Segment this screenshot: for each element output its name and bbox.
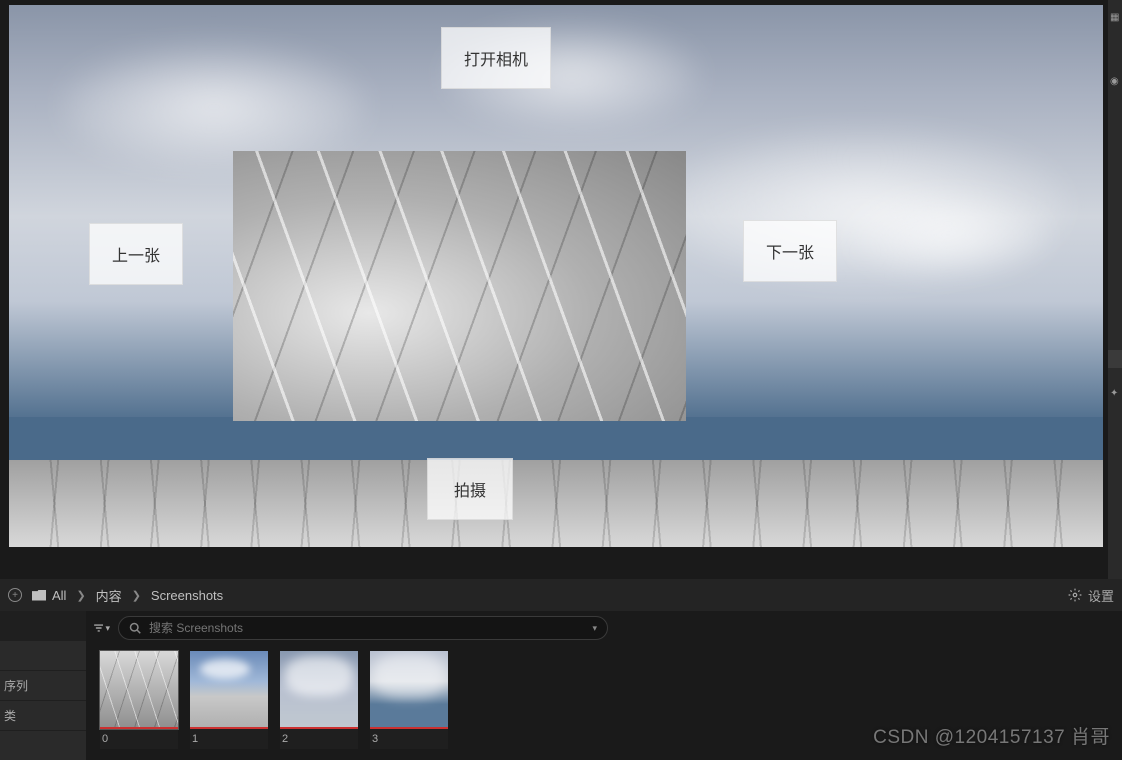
panel-icon[interactable]: ▦	[1110, 12, 1120, 22]
thumbnail-label: 0	[100, 729, 178, 749]
tree-row[interactable]	[0, 641, 86, 670]
chevron-right-icon: ❯	[76, 589, 85, 602]
settings-label: 设置	[1088, 586, 1114, 605]
settings-button[interactable]: 设置	[1068, 586, 1114, 605]
cloud-decoration	[848, 195, 1048, 275]
open-camera-button[interactable]: 打开相机	[441, 27, 551, 89]
breadcrumb-bar: + All ❯ 内容 ❯ Screenshots 设置	[0, 579, 1122, 611]
folder-tree[interactable]: 序列 类	[0, 611, 86, 759]
tree-row-class[interactable]: 类	[0, 701, 86, 730]
thumbnail-label: 1	[190, 729, 268, 749]
chevron-down-icon[interactable]: ▾	[592, 623, 597, 634]
next-button[interactable]: 下一张	[743, 220, 837, 282]
watermark-text: CSDN @1204157137 肖哥	[873, 722, 1110, 749]
thumbnail-item[interactable]: 2	[280, 651, 358, 749]
viewport-3d[interactable]: 打开相机 上一张 下一张 拍摄	[9, 5, 1103, 547]
thumbnail-item[interactable]: 1	[190, 651, 268, 749]
tree-row-sequence[interactable]: 序列	[0, 671, 86, 700]
cloud-decoration	[64, 47, 364, 167]
eye-icon[interactable]: ◉	[1110, 76, 1120, 86]
breadcrumb-all[interactable]: All	[28, 588, 70, 603]
previous-button[interactable]: 上一张	[89, 223, 183, 285]
panel-section	[1108, 350, 1122, 368]
thumbnail-item[interactable]: 3	[370, 651, 448, 749]
breadcrumb-label: All	[52, 588, 66, 603]
search-input[interactable]	[149, 621, 584, 635]
screenshot-preview	[233, 151, 686, 421]
thumbnail-item[interactable]: 0	[100, 651, 178, 749]
checker-floor	[9, 460, 1103, 547]
thumbnail-label: 2	[280, 729, 358, 749]
folder-icon	[32, 590, 46, 601]
thumbnail-image	[100, 651, 178, 729]
tool-icon[interactable]: ✦	[1110, 388, 1120, 398]
capture-button[interactable]: 拍摄	[427, 458, 513, 520]
add-icon[interactable]: +	[8, 588, 22, 602]
filter-button[interactable]: ▾	[94, 620, 110, 636]
breadcrumb-screenshots[interactable]: Screenshots	[147, 588, 227, 603]
thumbnail-image	[370, 651, 448, 729]
gear-icon	[1068, 588, 1082, 602]
water-horizon	[9, 417, 1103, 466]
thumbnail-label: 3	[370, 729, 448, 749]
thumbnail-image	[190, 651, 268, 729]
search-box[interactable]: ▾	[118, 616, 608, 640]
search-icon	[129, 622, 141, 634]
preview-floor-image	[233, 151, 686, 421]
filter-bar: ▾ ▾	[86, 611, 1122, 645]
breadcrumb-label: Screenshots	[151, 588, 223, 603]
breadcrumb-content[interactable]: 内容	[92, 586, 126, 605]
tree-row[interactable]	[0, 611, 86, 640]
breadcrumb-label: 内容	[96, 586, 122, 605]
tree-row[interactable]	[0, 731, 86, 760]
chevron-down-icon: ▾	[105, 623, 110, 634]
filter-icon	[94, 622, 103, 634]
chevron-right-icon: ❯	[132, 589, 141, 602]
thumbnail-image	[280, 651, 358, 729]
